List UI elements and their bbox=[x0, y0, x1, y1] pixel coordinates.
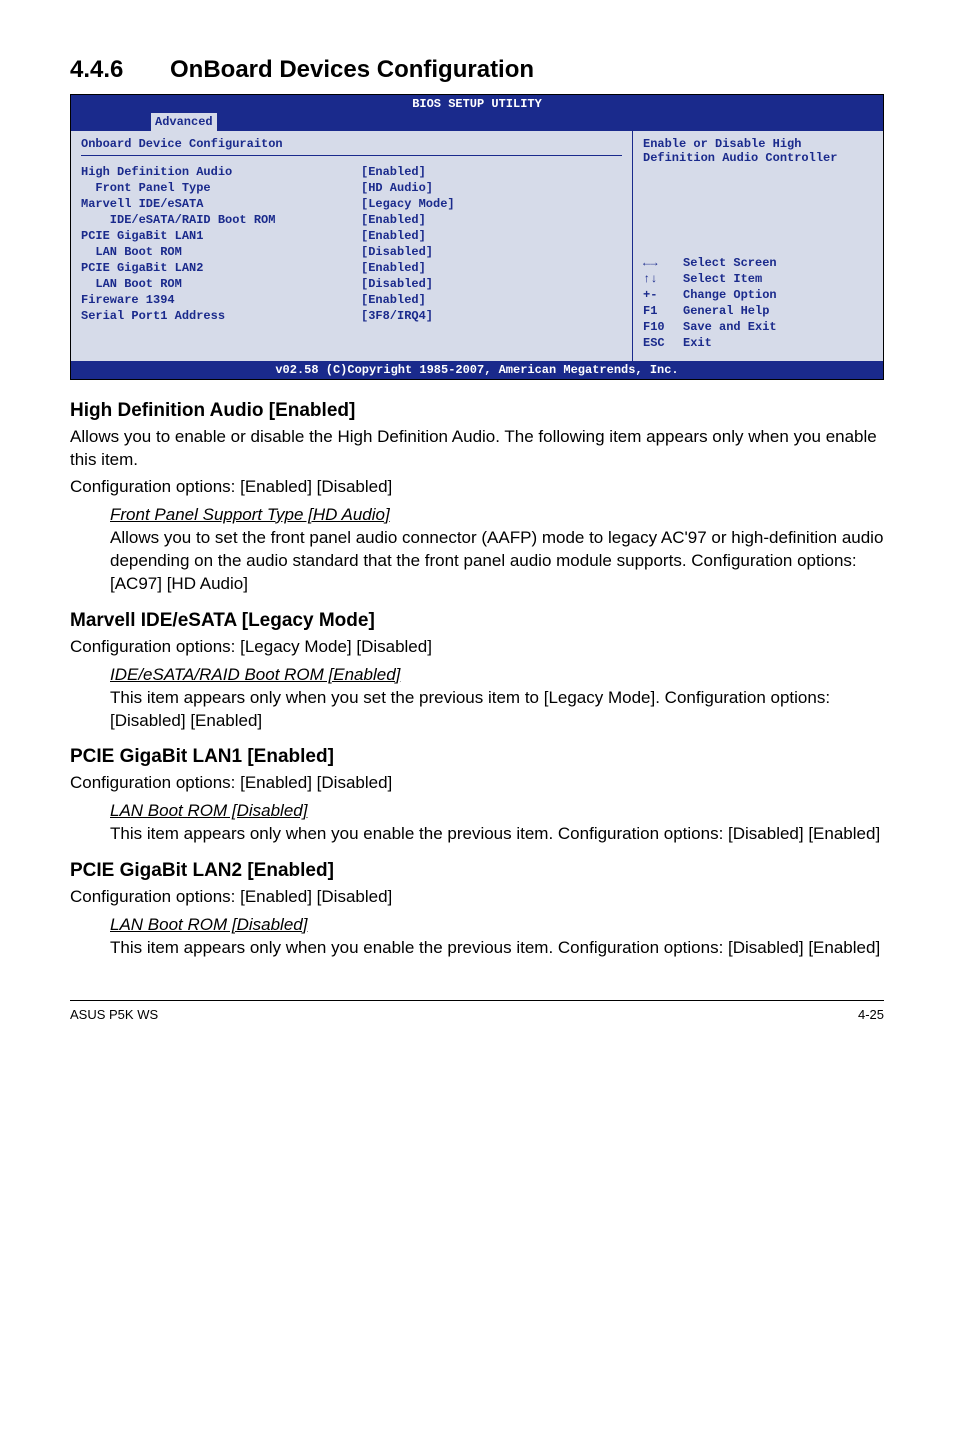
bios-nav-text: Change Option bbox=[683, 287, 777, 303]
hda-sub-body: Allows you to set the front panel audio … bbox=[110, 527, 884, 596]
bios-setting-value: [Enabled] bbox=[361, 292, 622, 308]
bios-setting-value: [3F8/IRQ4] bbox=[361, 308, 622, 324]
bios-nav-row: +-Change Option bbox=[643, 287, 873, 303]
lan2-options: Configuration options: [Enabled] [Disabl… bbox=[70, 886, 884, 909]
page-footer: ASUS P5K WS 4-25 bbox=[70, 1000, 884, 1022]
arrows-left-right-icon: ←→ bbox=[643, 255, 683, 271]
bios-setting-row: LAN Boot ROM[Disabled] bbox=[81, 276, 622, 292]
bios-setting-value: [Enabled] bbox=[361, 164, 622, 180]
bios-nav-key: F10 bbox=[643, 319, 683, 335]
bios-setting-row: Serial Port1 Address[3F8/IRQ4] bbox=[81, 308, 622, 324]
bios-setting-value: [Enabled] bbox=[361, 212, 622, 228]
lan2-sub-title: LAN Boot ROM [Disabled] bbox=[110, 915, 884, 935]
bios-setting-row: Marvell IDE/eSATA[Legacy Mode] bbox=[81, 196, 622, 212]
bios-footer: v02.58 (C)Copyright 1985-2007, American … bbox=[71, 361, 883, 379]
section-number: 4.4.6 bbox=[70, 56, 170, 84]
bios-setting-value: [Legacy Mode] bbox=[361, 196, 622, 212]
marvell-heading: Marvell IDE/eSATA [Legacy Mode] bbox=[70, 610, 884, 632]
bios-setting-label: PCIE GigaBit LAN1 bbox=[81, 228, 361, 244]
bios-setting-label: Marvell IDE/eSATA bbox=[81, 196, 361, 212]
lan1-sub-body: This item appears only when you enable t… bbox=[110, 823, 884, 846]
lan1-heading: PCIE GigaBit LAN1 [Enabled] bbox=[70, 746, 884, 768]
bios-nav-text: General Help bbox=[683, 303, 769, 319]
bios-setting-label: LAN Boot ROM bbox=[81, 276, 361, 292]
bios-setting-row: LAN Boot ROM[Disabled] bbox=[81, 244, 622, 260]
hda-heading: High Definition Audio [Enabled] bbox=[70, 400, 884, 422]
bios-setting-label: Front Panel Type bbox=[81, 180, 361, 196]
bios-title-bar: BIOS SETUP UTILITY bbox=[71, 95, 883, 113]
hda-desc: Allows you to enable or disable the High… bbox=[70, 426, 884, 472]
bios-nav-help: ←→Select Screen↑↓Select Item+-Change Opt… bbox=[643, 255, 873, 351]
bios-setting-label: PCIE GigaBit LAN2 bbox=[81, 260, 361, 276]
bios-nav-key: F1 bbox=[643, 303, 683, 319]
hda-options: Configuration options: [Enabled] [Disabl… bbox=[70, 476, 884, 499]
arrows-up-down-icon: ↑↓ bbox=[643, 271, 683, 287]
bios-setting-value: [HD Audio] bbox=[361, 180, 622, 196]
bios-setting-row: Front Panel Type[HD Audio] bbox=[81, 180, 622, 196]
bios-setting-value: [Enabled] bbox=[361, 228, 622, 244]
lan1-sub-title: LAN Boot ROM [Disabled] bbox=[110, 801, 884, 821]
bios-setting-value: [Enabled] bbox=[361, 260, 622, 276]
bios-nav-row: ↑↓Select Item bbox=[643, 271, 873, 287]
bios-nav-row: ←→Select Screen bbox=[643, 255, 873, 271]
bios-tab-row: Advanced bbox=[71, 113, 883, 131]
bios-setting-label: Fireware 1394 bbox=[81, 292, 361, 308]
bios-setting-label: LAN Boot ROM bbox=[81, 244, 361, 260]
bios-setting-row: PCIE GigaBit LAN1[Enabled] bbox=[81, 228, 622, 244]
bios-setting-value: [Disabled] bbox=[361, 276, 622, 292]
bios-help-text: Enable or Disable High Definition Audio … bbox=[643, 137, 873, 165]
bios-nav-row: F10Save and Exit bbox=[643, 319, 873, 335]
bios-setting-label: Serial Port1 Address bbox=[81, 308, 361, 324]
footer-right: 4-25 bbox=[858, 1007, 884, 1022]
bios-panel-title: Onboard Device Configuraiton bbox=[81, 137, 622, 156]
marvell-sub-title: IDE/eSATA/RAID Boot ROM [Enabled] bbox=[110, 665, 884, 685]
bios-setting-row: Fireware 1394[Enabled] bbox=[81, 292, 622, 308]
bios-setting-label: High Definition Audio bbox=[81, 164, 361, 180]
bios-nav-row: ESCExit bbox=[643, 335, 873, 351]
lan2-heading: PCIE GigaBit LAN2 [Enabled] bbox=[70, 860, 884, 882]
bios-setting-row: High Definition Audio[Enabled] bbox=[81, 164, 622, 180]
bios-nav-key: ESC bbox=[643, 335, 683, 351]
footer-left: ASUS P5K WS bbox=[70, 1007, 158, 1022]
bios-tab-advanced: Advanced bbox=[151, 113, 217, 131]
bios-setting-label: IDE/eSATA/RAID Boot ROM bbox=[81, 212, 361, 228]
section-title: OnBoard Devices Configuration bbox=[170, 56, 534, 84]
bios-nav-row: F1General Help bbox=[643, 303, 873, 319]
lan1-options: Configuration options: [Enabled] [Disabl… bbox=[70, 772, 884, 795]
bios-nav-text: Select Screen bbox=[683, 255, 777, 271]
bios-right-panel: Enable or Disable High Definition Audio … bbox=[633, 131, 883, 361]
bios-nav-key: +- bbox=[643, 287, 683, 303]
bios-setting-value: [Disabled] bbox=[361, 244, 622, 260]
lan2-sub-body: This item appears only when you enable t… bbox=[110, 937, 884, 960]
bios-nav-text: Exit bbox=[683, 335, 712, 351]
bios-nav-text: Save and Exit bbox=[683, 319, 777, 335]
bios-setting-row: IDE/eSATA/RAID Boot ROM[Enabled] bbox=[81, 212, 622, 228]
bios-left-panel: Onboard Device Configuraiton High Defini… bbox=[71, 131, 633, 361]
bios-setting-row: PCIE GigaBit LAN2[Enabled] bbox=[81, 260, 622, 276]
marvell-sub-body: This item appears only when you set the … bbox=[110, 687, 884, 733]
hda-sub-title: Front Panel Support Type [HD Audio] bbox=[110, 505, 884, 525]
section-heading: 4.4.6 OnBoard Devices Configuration bbox=[70, 56, 884, 84]
bios-nav-text: Select Item bbox=[683, 271, 762, 287]
marvell-options: Configuration options: [Legacy Mode] [Di… bbox=[70, 636, 884, 659]
bios-screenshot: BIOS SETUP UTILITY Advanced Onboard Devi… bbox=[70, 94, 884, 380]
